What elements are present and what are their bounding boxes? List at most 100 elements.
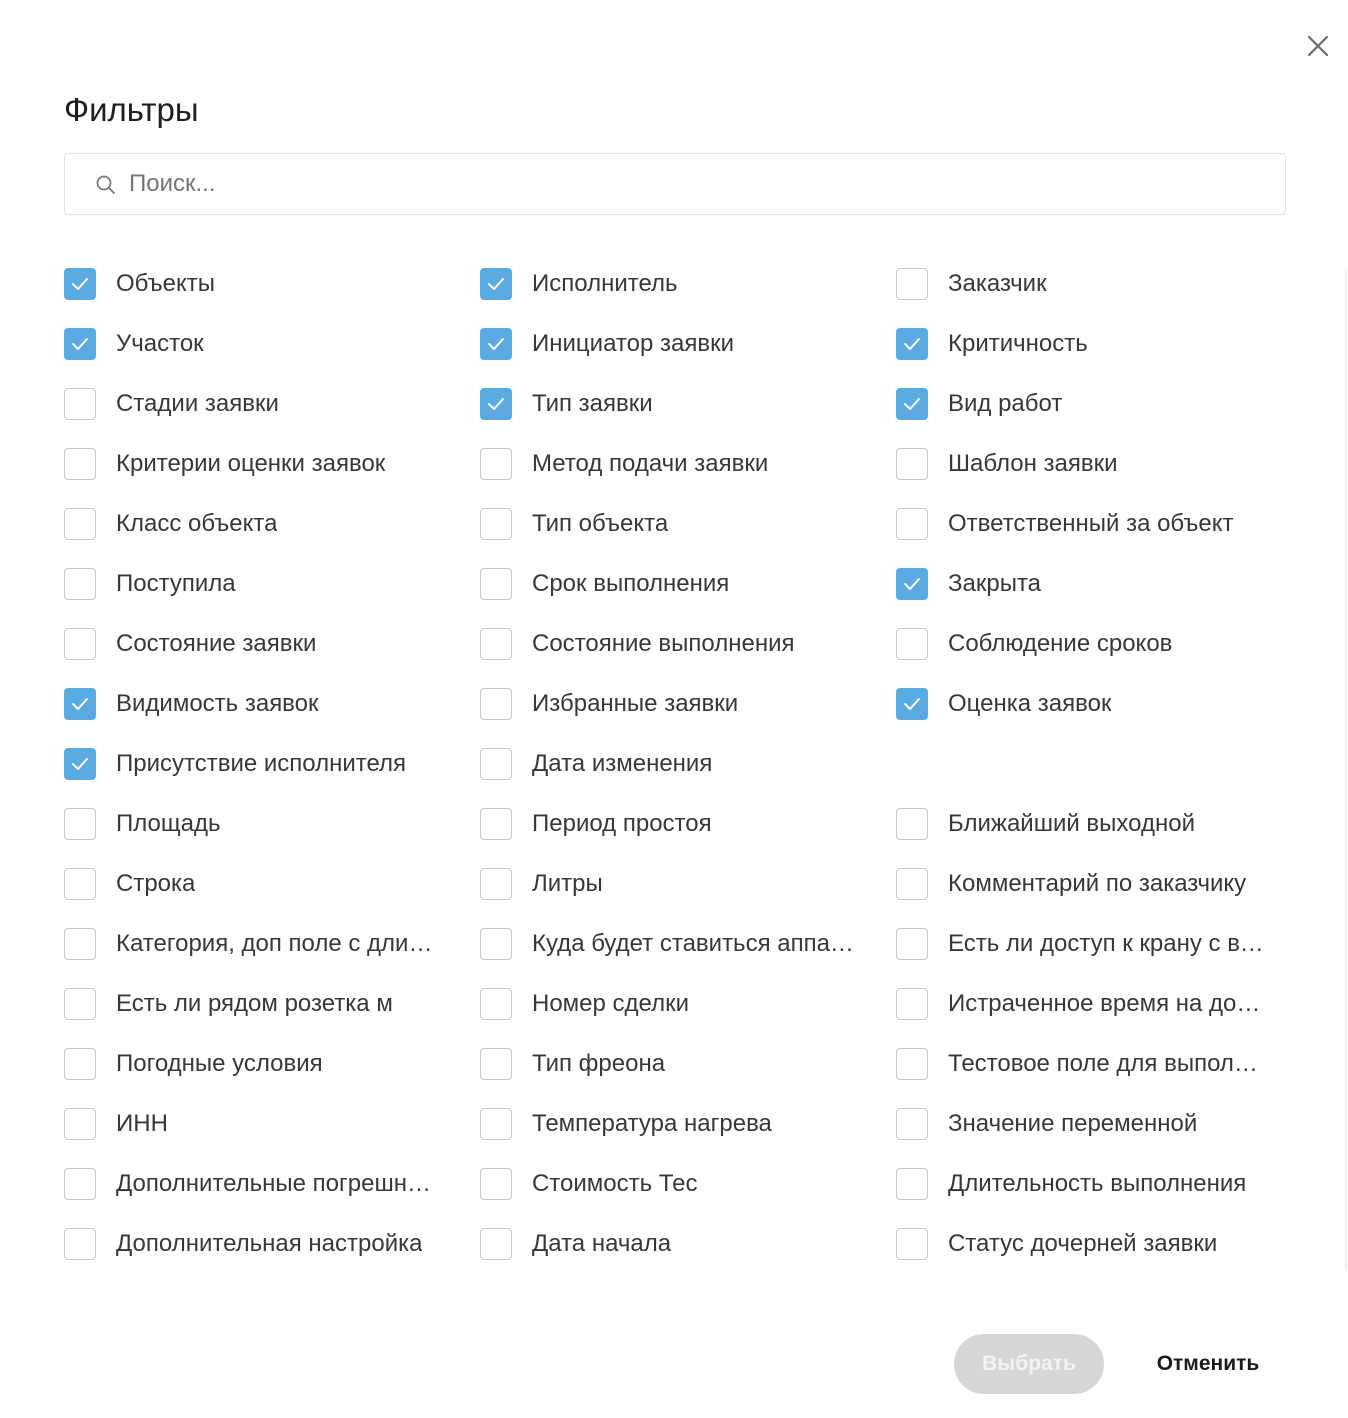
filter-checkbox[interactable]: [64, 988, 96, 1020]
filter-checkbox[interactable]: [480, 328, 512, 360]
filter-option[interactable]: Дата изменения: [480, 734, 896, 794]
filter-checkbox[interactable]: [64, 868, 96, 900]
filter-checkbox[interactable]: [480, 1108, 512, 1140]
filter-checkbox[interactable]: [64, 568, 96, 600]
filter-checkbox[interactable]: [64, 448, 96, 480]
filter-option[interactable]: Тип фреона: [480, 1034, 896, 1094]
filter-checkbox[interactable]: [64, 748, 96, 780]
filter-option[interactable]: Присутствие исполнителя: [64, 734, 480, 794]
filter-option[interactable]: Критерии оценки заявок: [64, 434, 480, 494]
filter-checkbox[interactable]: [480, 448, 512, 480]
filter-option[interactable]: Исполнитель: [480, 254, 896, 314]
filter-checkbox[interactable]: [480, 1168, 512, 1200]
filter-option[interactable]: ИНН: [64, 1094, 480, 1154]
filter-checkbox[interactable]: [480, 868, 512, 900]
filter-checkbox[interactable]: [896, 928, 928, 960]
filter-option[interactable]: Куда будет ставиться аппарат: [480, 914, 896, 974]
filter-option[interactable]: Номер сделки: [480, 974, 896, 1034]
filter-checkbox[interactable]: [480, 508, 512, 540]
filter-option[interactable]: Оценка заявок: [896, 674, 1294, 734]
filter-option[interactable]: Поступила: [64, 554, 480, 614]
filter-checkbox[interactable]: [896, 988, 928, 1020]
filter-checkbox[interactable]: [896, 1168, 928, 1200]
filter-checkbox[interactable]: [896, 808, 928, 840]
filter-checkbox[interactable]: [896, 688, 928, 720]
filter-option[interactable]: Критичность: [896, 314, 1294, 374]
filter-checkbox[interactable]: [896, 1228, 928, 1260]
filter-option[interactable]: Тестовое поле для выполнения: [896, 1034, 1294, 1094]
filter-checkbox[interactable]: [64, 928, 96, 960]
filter-checkbox[interactable]: [896, 508, 928, 540]
filter-checkbox[interactable]: [480, 1048, 512, 1080]
filter-checkbox[interactable]: [64, 268, 96, 300]
filter-checkbox[interactable]: [64, 1228, 96, 1260]
filter-checkbox[interactable]: [896, 1048, 928, 1080]
filter-checkbox[interactable]: [64, 1168, 96, 1200]
filter-option[interactable]: Статус дочерней заявки: [896, 1214, 1294, 1274]
cancel-button[interactable]: Отменить: [1130, 1334, 1286, 1394]
filter-checkbox[interactable]: [480, 628, 512, 660]
filter-option[interactable]: Объекты: [64, 254, 480, 314]
filter-option[interactable]: Погодные условия: [64, 1034, 480, 1094]
filter-option[interactable]: Ответственный за объект: [896, 494, 1294, 554]
filter-option[interactable]: Инициатор заявки: [480, 314, 896, 374]
scrollbar-track[interactable]: [1345, 270, 1347, 1270]
filter-checkbox[interactable]: [480, 568, 512, 600]
filter-option[interactable]: Участок: [64, 314, 480, 374]
filter-option[interactable]: Тип объекта: [480, 494, 896, 554]
search-box[interactable]: [64, 153, 1286, 215]
filter-option[interactable]: Истраченное время на дорогу: [896, 974, 1294, 1034]
filter-option[interactable]: Заказчик: [896, 254, 1294, 314]
close-button[interactable]: [1300, 28, 1336, 64]
filter-option[interactable]: Тип заявки: [480, 374, 896, 434]
search-input[interactable]: [129, 154, 1269, 214]
filter-checkbox[interactable]: [480, 688, 512, 720]
filter-checkbox[interactable]: [64, 388, 96, 420]
filter-option[interactable]: Срок выполнения: [480, 554, 896, 614]
filter-checkbox[interactable]: [64, 808, 96, 840]
filter-checkbox[interactable]: [480, 928, 512, 960]
filter-option[interactable]: Метод подачи заявки: [480, 434, 896, 494]
filter-checkbox[interactable]: [896, 328, 928, 360]
filter-checkbox[interactable]: [896, 388, 928, 420]
filter-option[interactable]: Строка: [64, 854, 480, 914]
filter-option[interactable]: Температура нагрева: [480, 1094, 896, 1154]
filter-option[interactable]: Стоимость Тес: [480, 1154, 896, 1214]
filter-option[interactable]: Вид работ: [896, 374, 1294, 434]
filter-option[interactable]: Видимость заявок: [64, 674, 480, 734]
filter-checkbox[interactable]: [896, 628, 928, 660]
filter-option[interactable]: Ближайший выходной: [896, 794, 1294, 854]
filter-option[interactable]: Стадии заявки: [64, 374, 480, 434]
select-button[interactable]: Выбрать: [954, 1334, 1104, 1394]
filter-option[interactable]: Категория, доп поле с длинным названием: [64, 914, 480, 974]
filter-checkbox[interactable]: [896, 1108, 928, 1140]
filter-option[interactable]: Площадь: [64, 794, 480, 854]
filter-checkbox[interactable]: [896, 448, 928, 480]
filter-option[interactable]: Дата начала: [480, 1214, 896, 1274]
filter-checkbox[interactable]: [64, 688, 96, 720]
filter-checkbox[interactable]: [64, 1108, 96, 1140]
filter-option[interactable]: Длительность выполнения: [896, 1154, 1294, 1214]
filter-option[interactable]: Состояние заявки: [64, 614, 480, 674]
filter-option[interactable]: Дополнительная настройка: [64, 1214, 480, 1274]
filter-option[interactable]: Закрыта: [896, 554, 1294, 614]
filter-checkbox[interactable]: [480, 808, 512, 840]
filter-option[interactable]: Избранные заявки: [480, 674, 896, 734]
filter-option[interactable]: Есть ли рядом розетка м: [64, 974, 480, 1034]
filter-option[interactable]: Соблюдение сроков: [896, 614, 1294, 674]
filter-checkbox[interactable]: [480, 268, 512, 300]
filter-checkbox[interactable]: [896, 568, 928, 600]
filter-checkbox[interactable]: [64, 508, 96, 540]
filter-checkbox[interactable]: [480, 1228, 512, 1260]
filter-checkbox[interactable]: [480, 988, 512, 1020]
filter-option[interactable]: Класс объекта: [64, 494, 480, 554]
filter-checkbox[interactable]: [896, 268, 928, 300]
filter-option[interactable]: Период простоя: [480, 794, 896, 854]
filter-checkbox[interactable]: [896, 868, 928, 900]
filter-option[interactable]: Есть ли доступ к крану с водой: [896, 914, 1294, 974]
filter-option[interactable]: Состояние выполнения: [480, 614, 896, 674]
filter-option[interactable]: Комментарий по заказчику: [896, 854, 1294, 914]
filter-option[interactable]: Шаблон заявки: [896, 434, 1294, 494]
filter-checkbox[interactable]: [480, 748, 512, 780]
filter-checkbox[interactable]: [480, 388, 512, 420]
